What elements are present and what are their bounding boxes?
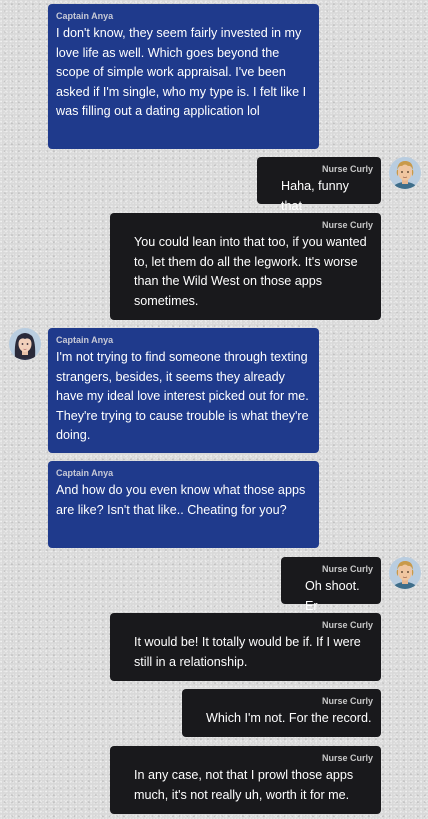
message-text: I don't know, they seem fairly invested … [56, 26, 307, 119]
sender-name: Captain Anya [56, 335, 114, 345]
sender-name: Nurse Curly [321, 564, 373, 574]
message-bubble: Captain Anya And how do you even know wh… [48, 461, 319, 548]
message-bubble: Nurse Curly Haha, funny that [257, 157, 381, 213]
message-text: I'm not trying to find someone through t… [56, 350, 309, 443]
message-bubble: Nurse Curly Oh shoot. Er [281, 557, 381, 613]
message-bubble: Captain Anya I don't know, they seem fai… [48, 4, 319, 149]
sender-name: Nurse Curly [321, 620, 373, 630]
message-bubble: Nurse Curly Which I'm not. For the recor… [182, 689, 381, 737]
message-text: In any case, not that I prowl those apps… [134, 768, 354, 802]
message-text: You could lean into that too, if you wan… [134, 235, 367, 308]
sender-name: Nurse Curly [321, 164, 373, 174]
message-text: Which I'm not. For the record. [206, 711, 372, 725]
sender-name: Captain Anya [56, 11, 114, 21]
message-text: And how do you even know what those apps… [56, 483, 306, 517]
captain-anya-avatar[interactable] [9, 328, 41, 360]
sender-name: Nurse Curly [321, 753, 373, 763]
message-bubble: Nurse Curly It would be! It totally woul… [110, 613, 381, 681]
message-bubble: Captain Anya I'm not trying to find some… [48, 328, 319, 453]
nurse-curly-avatar[interactable] [389, 557, 421, 589]
sender-name: Nurse Curly [321, 220, 373, 230]
sender-name: Nurse Curly [321, 696, 373, 706]
message-text: Oh shoot. Er [305, 579, 360, 613]
message-text: Haha, funny that [281, 179, 349, 213]
sender-name: Captain Anya [56, 468, 114, 478]
message-bubble: Nurse Curly In any case, not that I prow… [110, 746, 381, 814]
message-text: It would be! It totally would be if. If … [134, 635, 361, 669]
nurse-curly-avatar[interactable] [389, 157, 421, 189]
message-bubble: Nurse Curly You could lean into that too… [110, 213, 381, 320]
